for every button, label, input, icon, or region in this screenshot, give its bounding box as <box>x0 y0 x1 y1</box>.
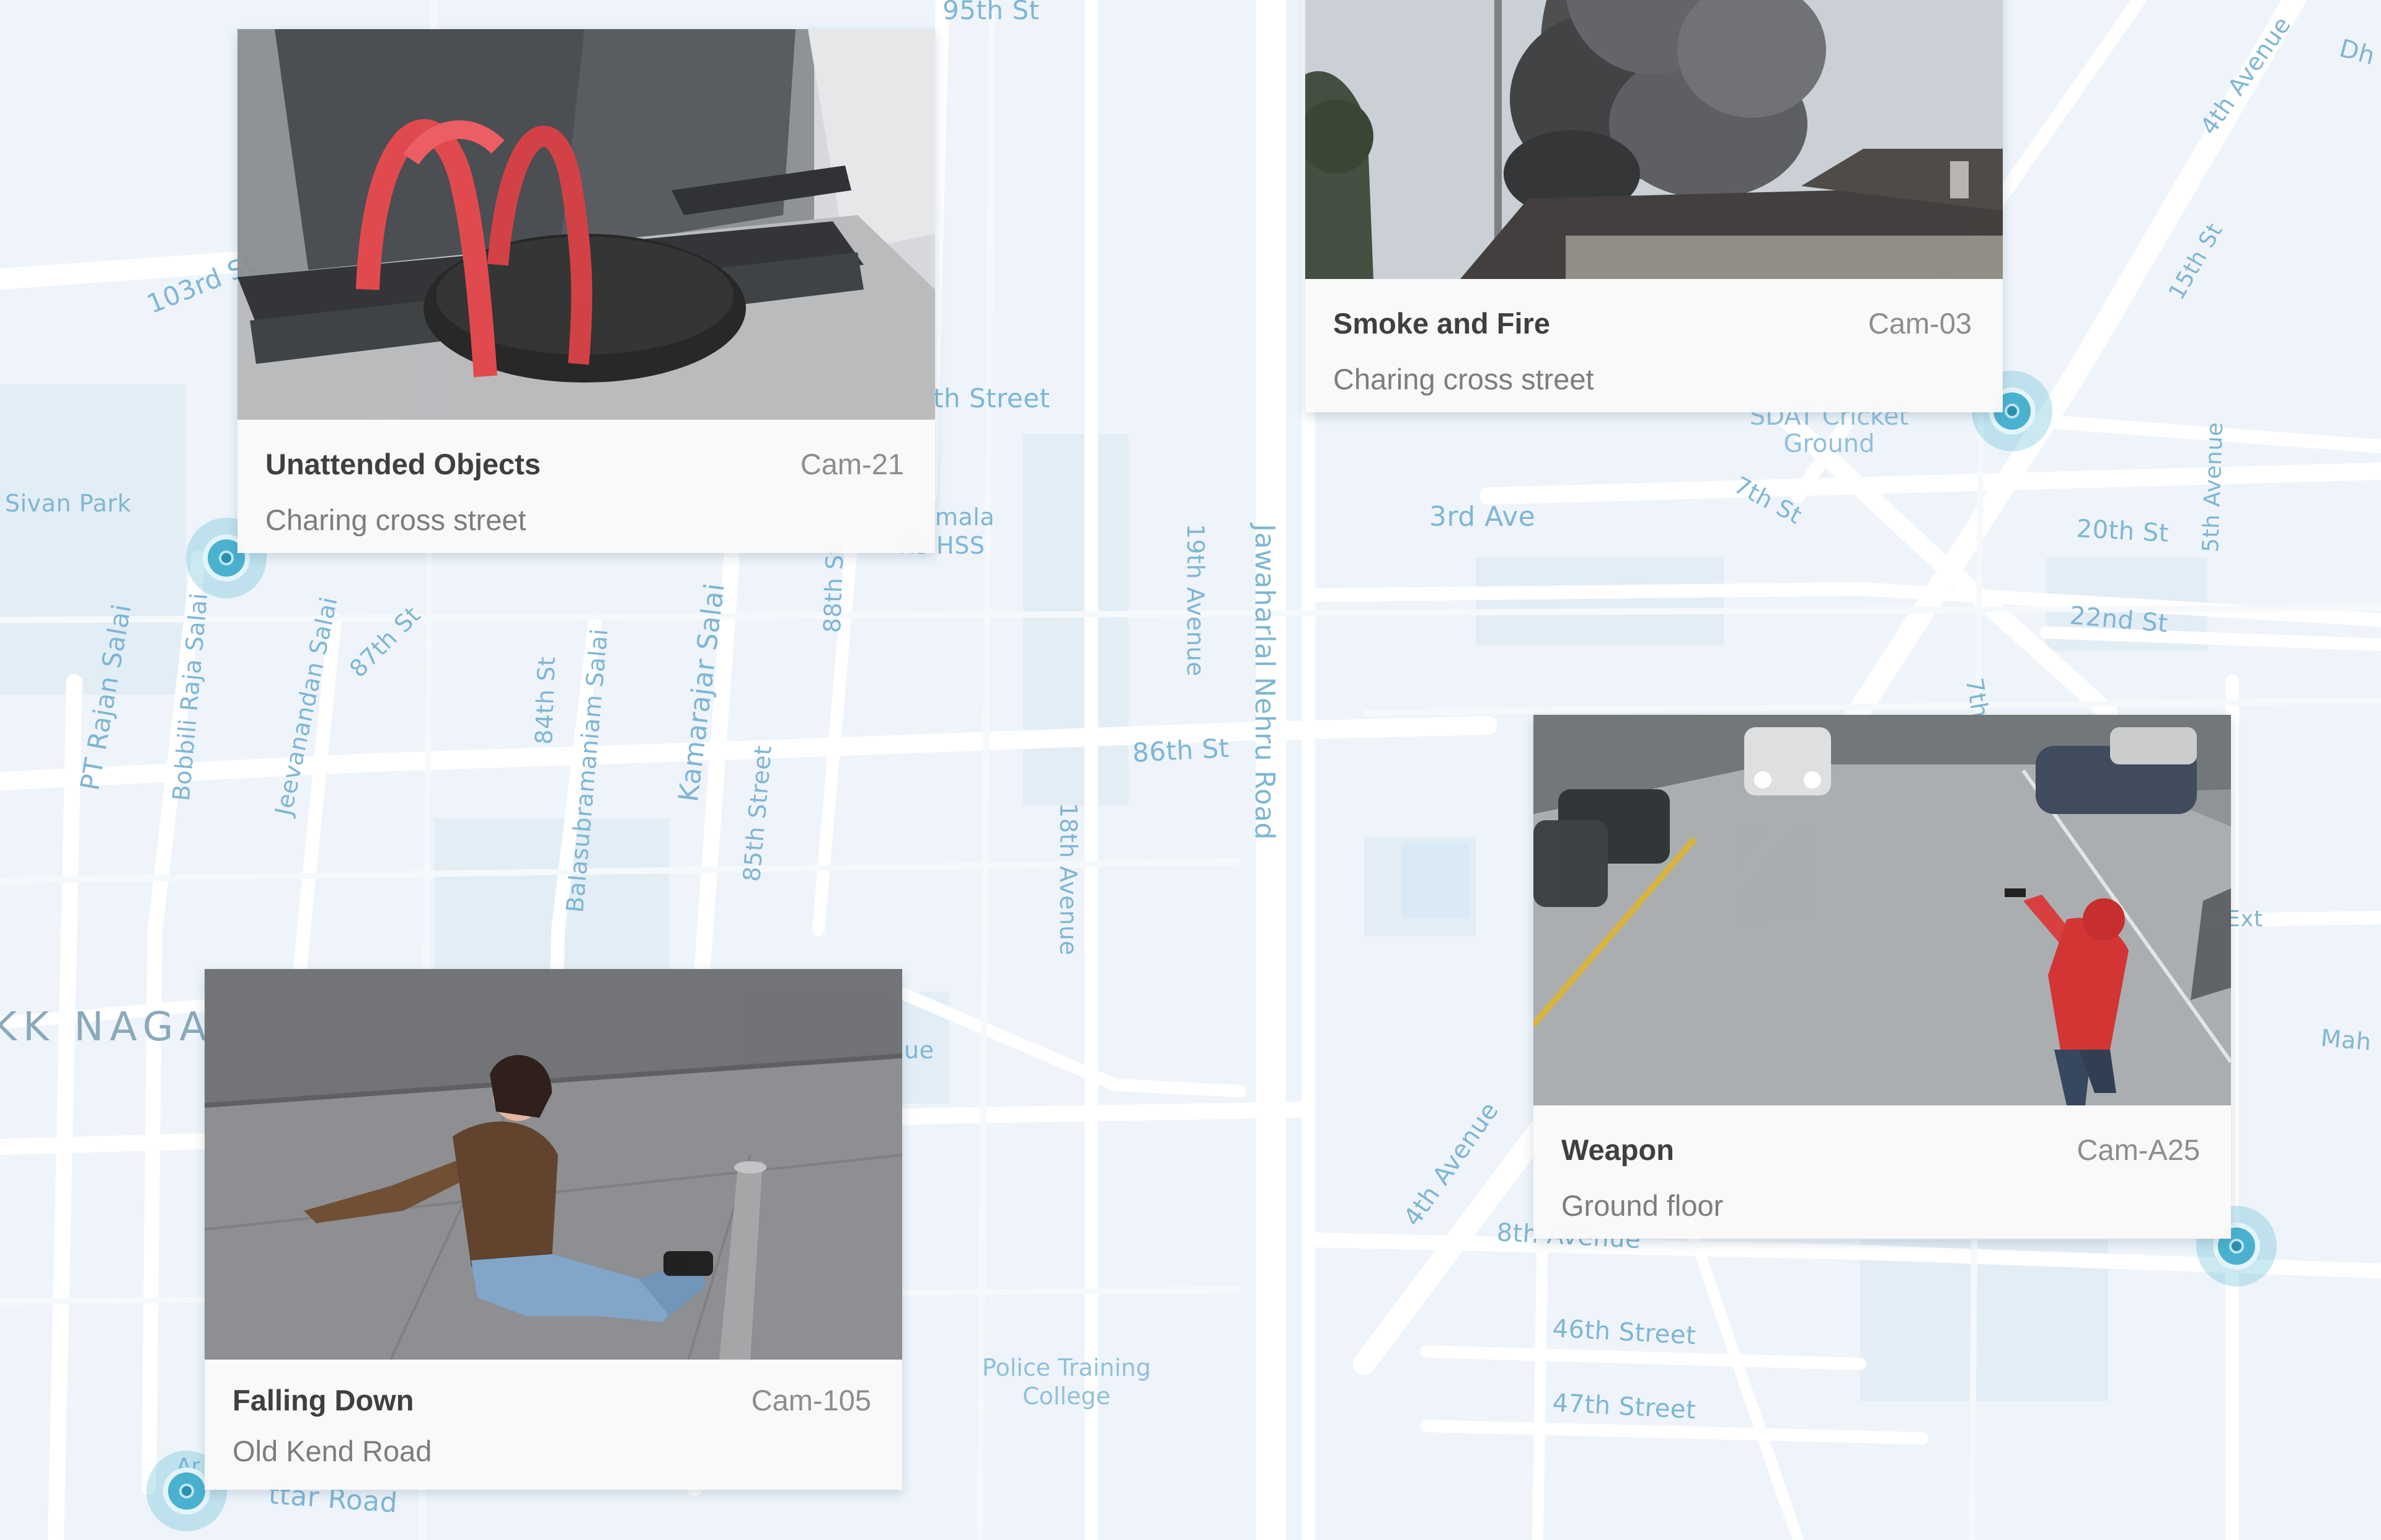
camera-id: Cam-21 <box>800 448 904 480</box>
alert-card[interactable]: Unattended Objects Cam-21 Charing cross … <box>237 29 935 553</box>
area-label: College <box>1022 1383 1111 1410</box>
street-label: Jawaharlal Nehru Road <box>1249 524 1280 840</box>
camera-snapshot[interactable] <box>1533 715 2231 1105</box>
street-label: 19th Avenue <box>1182 524 1209 677</box>
alert-card-info: Weapon Cam-A25 Ground floor <box>1533 1105 2231 1239</box>
alert-card[interactable]: Weapon Cam-A25 Ground floor <box>1533 715 2231 1239</box>
area-name-label: KK NAGA <box>0 1004 213 1050</box>
alert-title: Unattended Objects <box>265 448 541 480</box>
area-label: Police Training <box>982 1354 1151 1381</box>
alert-title: Smoke and Fire <box>1333 307 1550 340</box>
camera-snapshot[interactable] <box>237 29 935 420</box>
alert-card-info: Falling Down Cam-105 Old Kend Road <box>205 1360 902 1490</box>
street-label: ue <box>904 1037 934 1064</box>
street-label: mala <box>935 503 995 531</box>
street-label: Sivan Park <box>5 490 131 517</box>
street-label: 18th Avenue <box>1055 803 1082 956</box>
camera-id: Cam-A25 <box>2077 1133 2200 1166</box>
street-label: 84th St <box>530 656 561 745</box>
alert-title: Falling Down <box>233 1384 414 1417</box>
camera-snapshot[interactable] <box>1305 0 2003 279</box>
alert-location: Charing cross street <box>265 503 526 536</box>
alert-card[interactable]: Smoke and Fire Cam-03 Charing cross stre… <box>1305 0 2003 412</box>
alert-location: Ground floor <box>1561 1189 1724 1222</box>
street-label: 20th St <box>2075 515 2170 548</box>
alert-card-info: Unattended Objects Cam-21 Charing cross … <box>237 420 935 553</box>
camera-snapshot[interactable] <box>205 969 902 1360</box>
alert-location: Charing cross street <box>1333 363 1594 396</box>
street-label: 3rd Ave <box>1429 501 1536 533</box>
alert-card[interactable]: Falling Down Cam-105 Old Kend Road <box>205 969 902 1490</box>
alert-card-info: Smoke and Fire Cam-03 Charing cross stre… <box>1305 279 2003 412</box>
street-label: Mah <box>2320 1024 2373 1056</box>
camera-id: Cam-105 <box>751 1384 871 1417</box>
area-label: Ground <box>1783 430 1875 458</box>
camera-id: Cam-03 <box>1868 307 1972 340</box>
alert-title: Weapon <box>1561 1133 1674 1166</box>
street-label: th Street <box>933 383 1050 414</box>
street-label: 5th Avenue <box>2198 422 2228 553</box>
street-label: 95th St <box>942 0 1040 25</box>
street-label: Ext <box>2226 906 2263 932</box>
alert-location: Old Kend Road <box>233 1435 432 1467</box>
street-label: 86th St <box>1132 732 1230 768</box>
street-label: 88th St <box>818 544 849 634</box>
